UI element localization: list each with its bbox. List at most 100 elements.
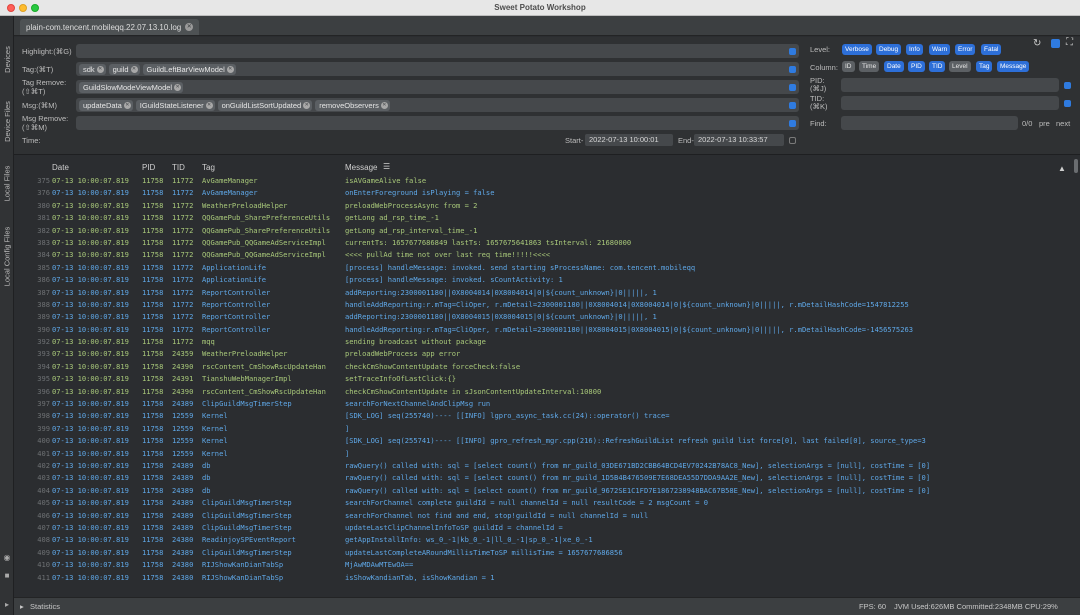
col-header-tag[interactable]: Tag xyxy=(202,163,215,172)
log-row[interactable]: 392 07-13 10:00:07.819 11758 11772 mqq sendin… xyxy=(14,336,1072,348)
msg-checkbox[interactable] xyxy=(789,102,796,109)
column-level-toggle[interactable]: Level xyxy=(949,61,971,72)
col-header-date[interactable]: Date xyxy=(52,163,69,172)
level-error-toggle[interactable]: Error xyxy=(955,44,976,55)
pid-input[interactable] xyxy=(841,78,1059,92)
tag-chip[interactable]: sdk ✕ xyxy=(79,63,106,75)
camera-icon[interactable]: ◉ xyxy=(3,554,11,562)
log-row[interactable]: 383 07-13 10:00:07.819 11758 11772 QQGamePub… xyxy=(14,237,1072,249)
column-date-toggle[interactable]: Date xyxy=(884,61,904,72)
log-row[interactable]: 402 07-13 10:00:07.819 11758 24389 db rawQuer… xyxy=(14,460,1072,472)
level-verbose-toggle[interactable]: Verbose xyxy=(842,44,872,55)
log-row[interactable]: 410 07-13 10:00:07.819 11758 24380 RIJShowKa… xyxy=(14,559,1072,571)
remove-chip-icon[interactable]: ✕ xyxy=(303,101,311,109)
msg-chip[interactable]: IGuildStateListener ✕ xyxy=(135,99,215,111)
sidebar-tab-device-files[interactable]: Device Files xyxy=(0,90,14,152)
log-row[interactable]: 407 07-13 10:00:07.819 11758 24389 ClipGuild… xyxy=(14,522,1072,534)
log-row[interactable]: 403 07-13 10:00:07.819 11758 24389 db rawQuer… xyxy=(14,472,1072,484)
log-row[interactable]: 375 07-13 10:00:07.819 11758 11772 AvGameMan… xyxy=(14,175,1072,187)
refresh-icon[interactable]: ↻ xyxy=(1033,38,1041,49)
log-row[interactable]: 396 07-13 10:00:07.819 11758 24390 rscConten… xyxy=(14,386,1072,398)
sidebar-tab-local-config-files[interactable]: Local Config Files xyxy=(0,216,14,296)
log-row[interactable]: 386 07-13 10:00:07.819 11758 11772 Applicati… xyxy=(14,274,1072,286)
tid-input[interactable] xyxy=(841,96,1059,110)
msg-chip[interactable]: updateData ✕ xyxy=(79,99,133,111)
log-row[interactable]: 389 07-13 10:00:07.819 11758 11772 ReportCon… xyxy=(14,311,1072,323)
column-message-toggle[interactable]: Message xyxy=(997,61,1030,72)
column-pid-toggle[interactable]: PID xyxy=(908,61,925,72)
level-fatal-toggle[interactable]: Fatal xyxy=(981,44,1002,55)
log-scrollbar[interactable] xyxy=(1072,156,1080,597)
highlight-input[interactable] xyxy=(76,44,799,58)
expand-icon[interactable]: ▸ xyxy=(3,601,11,609)
log-row[interactable]: 385 07-13 10:00:07.819 11758 11772 Applicati… xyxy=(14,262,1072,274)
close-tab-icon[interactable]: ✕ xyxy=(185,23,194,31)
log-row[interactable]: 404 07-13 10:00:07.819 11758 24389 db rawQuer… xyxy=(14,485,1072,497)
col-header-pid[interactable]: PID xyxy=(142,163,155,172)
msg-filter-input[interactable]: updateData ✕ IGuildStateListener ✕ onGuild… xyxy=(76,98,799,112)
tag-remove-checkbox[interactable] xyxy=(789,84,796,91)
remove-chip-icon[interactable]: ✕ xyxy=(205,101,213,109)
tid-checkbox[interactable] xyxy=(1064,100,1071,107)
tag-remove-input[interactable]: GuildSlowModeViewModel ✕ xyxy=(76,80,799,94)
tag-filter-input[interactable]: sdk ✕ guild ✕ GuildLeftBarViewModel ✕ xyxy=(76,62,799,76)
column-time-toggle[interactable]: Time xyxy=(859,61,880,72)
find-prev-button[interactable]: pre xyxy=(1039,119,1050,128)
level-debug-toggle[interactable]: Debug xyxy=(876,44,902,55)
log-row[interactable]: 388 07-13 10:00:07.819 11758 11772 ReportCon… xyxy=(14,299,1072,311)
scrollbar-thumb[interactable] xyxy=(1074,159,1078,173)
log-row[interactable]: 390 07-13 10:00:07.819 11758 11772 ReportCon… xyxy=(14,324,1072,336)
tab-log-file[interactable]: plain-com.tencent.mobileqq.22.07.13.10.l… xyxy=(20,19,200,35)
log-row[interactable]: 408 07-13 10:00:07.819 11758 24380 Readinjoy… xyxy=(14,534,1072,546)
scroll-top-icon[interactable]: ▲ xyxy=(1058,164,1066,173)
tag-chip[interactable]: GuildLeftBarViewModel ✕ xyxy=(142,63,236,75)
msg-remove-input[interactable] xyxy=(76,116,799,130)
sidebar-tab-devices[interactable]: Devices xyxy=(0,36,14,82)
log-row[interactable]: 381 07-13 10:00:07.819 11758 11772 QQGamePub… xyxy=(14,212,1072,224)
start-time-input[interactable]: 2022-07-13 10:00:01 xyxy=(585,134,673,146)
column-tag-toggle[interactable]: Tag xyxy=(976,61,993,72)
log-row[interactable]: 382 07-13 10:00:07.819 11758 11772 QQGamePub… xyxy=(14,225,1072,237)
remove-chip-icon[interactable]: ✕ xyxy=(96,65,104,73)
log-row[interactable]: 397 07-13 10:00:07.819 11758 24389 ClipGuild… xyxy=(14,398,1072,410)
log-row[interactable]: 409 07-13 10:00:07.819 11758 24389 ClipGuild… xyxy=(14,547,1072,559)
remove-chip-icon[interactable]: ✕ xyxy=(380,101,388,109)
highlight-checkbox[interactable] xyxy=(789,48,796,55)
level-warn-toggle[interactable]: Warn xyxy=(929,44,951,55)
tag-chip[interactable]: guild ✕ xyxy=(108,63,140,75)
sidebar-tab-local-files[interactable]: Local Files xyxy=(0,156,14,210)
col-header-tid[interactable]: TID xyxy=(172,163,185,172)
log-row[interactable]: 398 07-13 10:00:07.819 11758 12559 Kernel [SD… xyxy=(14,410,1072,422)
tag-remove-chip[interactable]: GuildSlowModeViewModel ✕ xyxy=(79,81,184,93)
col-header-message[interactable]: Message xyxy=(345,163,377,172)
statistics-button[interactable]: Statistics xyxy=(30,602,60,611)
log-row[interactable]: 399 07-13 10:00:07.819 11758 12559 Kernel] xyxy=(14,423,1072,435)
tag-checkbox[interactable] xyxy=(789,66,796,73)
log-row[interactable]: 380 07-13 10:00:07.819 11758 11772 WeatherPr… xyxy=(14,200,1072,212)
log-row[interactable]: 376 07-13 10:00:07.819 11758 11772 AvGameMan… xyxy=(14,187,1072,199)
log-row[interactable]: 387 07-13 10:00:07.819 11758 11772 ReportCon… xyxy=(14,287,1072,299)
log-row[interactable]: 395 07-13 10:00:07.819 11758 24391 TianshuWe… xyxy=(14,373,1072,385)
remove-chip-icon[interactable]: ✕ xyxy=(226,65,234,73)
msg-remove-checkbox[interactable] xyxy=(789,120,796,127)
end-time-input[interactable]: 2022-07-13 10:33:57 xyxy=(694,134,784,146)
find-next-button[interactable]: next xyxy=(1056,119,1070,128)
pid-checkbox[interactable] xyxy=(1064,82,1071,89)
remove-chip-icon[interactable]: ✕ xyxy=(130,65,138,73)
video-icon[interactable]: ■ xyxy=(3,572,11,580)
fullscreen-icon[interactable]: ⛶ xyxy=(1066,37,1073,48)
follow-toggle[interactable] xyxy=(1051,39,1060,48)
remove-chip-icon[interactable]: ✕ xyxy=(123,101,131,109)
msg-chip[interactable]: onGuildListSortUpdated ✕ xyxy=(217,99,313,111)
log-row[interactable]: 411 07-13 10:00:07.819 11758 24380 RIJShowKa… xyxy=(14,572,1072,584)
log-row[interactable]: 406 07-13 10:00:07.819 11758 24389 ClipGuild… xyxy=(14,510,1072,522)
log-row[interactable]: 384 07-13 10:00:07.819 11758 11772 QQGamePub… xyxy=(14,249,1072,261)
log-row[interactable]: 405 07-13 10:00:07.819 11758 24389 ClipGuild… xyxy=(14,497,1072,509)
menu-icon[interactable]: ☰ xyxy=(383,162,390,171)
column-id-toggle[interactable]: ID xyxy=(842,61,855,72)
log-row[interactable]: 394 07-13 10:00:07.819 11758 24390 rscConten… xyxy=(14,361,1072,373)
msg-chip[interactable]: removeObservers ✕ xyxy=(315,99,390,111)
level-info-toggle[interactable]: Info xyxy=(906,44,923,55)
log-row[interactable]: 400 07-13 10:00:07.819 11758 12559 Kernel [SD… xyxy=(14,435,1072,447)
time-filter-checkbox[interactable] xyxy=(789,137,796,144)
